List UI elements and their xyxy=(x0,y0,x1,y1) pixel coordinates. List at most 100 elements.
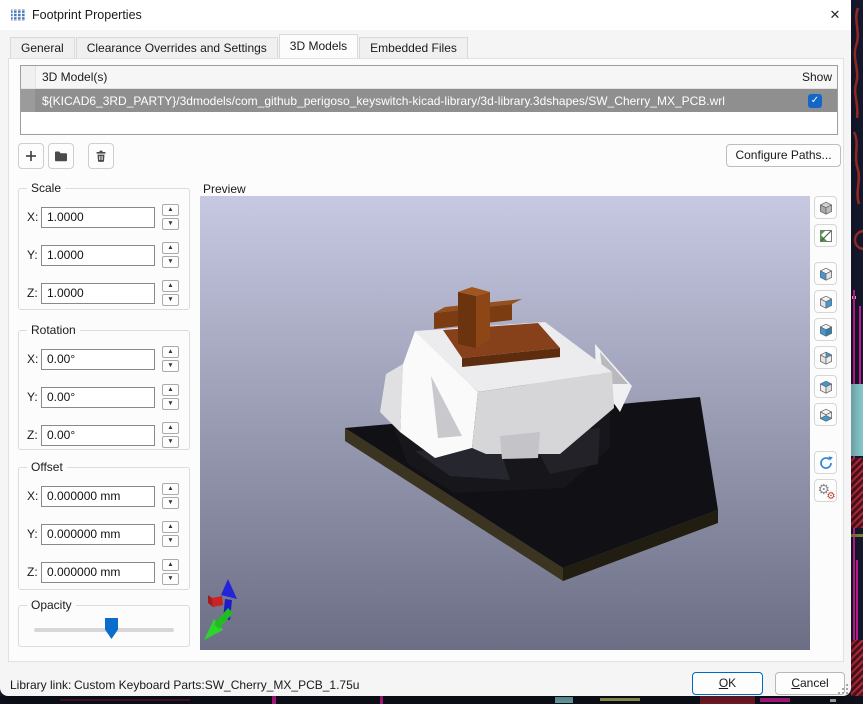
window-title: Footprint Properties xyxy=(32,8,142,22)
scale-y-label: Y: xyxy=(27,248,41,262)
pcb-canvas-bottom-strip xyxy=(0,696,863,704)
add-model-button[interactable] xyxy=(18,143,44,169)
refresh-icon xyxy=(818,455,834,471)
view-back-cube-icon xyxy=(818,350,834,366)
library-link-value: Custom Keyboard Parts:SW_Cherry_MX_PCB_1… xyxy=(74,678,359,692)
library-link-label: Library link: xyxy=(10,678,71,692)
footprint-properties-dialog: Footprint Properties ✕ General Clearance… xyxy=(0,0,851,696)
offset-z-spin-up[interactable]: ▲ xyxy=(162,559,179,571)
model-path-cell[interactable]: ${KICAD6_3RD_PARTY}/3dmodels/com_github_… xyxy=(36,94,793,108)
offset-group: Offset X: ▲▼ Y: ▲▼ Z: ▲▼ xyxy=(18,467,190,590)
scale-z-label: Z: xyxy=(27,286,41,300)
orthographic-view-button[interactable] xyxy=(814,196,837,219)
plus-icon xyxy=(23,148,39,164)
view-front-cube-icon xyxy=(818,322,834,338)
rotation-group: Rotation X: ▲▼ Y: ▲▼ Z: ▲▼ xyxy=(18,330,190,450)
ok-button[interactable]: OK xyxy=(692,672,763,695)
cancel-button[interactable]: Cancel xyxy=(775,672,845,695)
rotation-x-input[interactable] xyxy=(41,349,155,370)
offset-x-spin-down[interactable]: ▼ xyxy=(162,497,179,509)
offset-y-spin-down[interactable]: ▼ xyxy=(162,535,179,547)
rotation-x-label: X: xyxy=(27,352,41,366)
model-table-row[interactable]: ${KICAD6_3RD_PARTY}/3dmodels/com_github_… xyxy=(21,89,837,112)
scale-y-input[interactable] xyxy=(41,245,155,266)
preview-label: Preview xyxy=(203,182,246,196)
scale-group: Scale X: ▲▼ Y: ▲▼ Z: ▲▼ xyxy=(18,188,190,310)
column-header-show: Show xyxy=(793,70,837,84)
rotation-y-spin-down[interactable]: ▼ xyxy=(162,398,179,410)
offset-z-spin-down[interactable]: ▼ xyxy=(162,573,179,585)
offset-y-spin-up[interactable]: ▲ xyxy=(162,521,179,533)
rotation-x-spin-down[interactable]: ▼ xyxy=(162,360,179,372)
offset-y-label: Y: xyxy=(27,527,41,541)
scale-y-spin-down[interactable]: ▼ xyxy=(162,256,179,268)
titlebar[interactable]: Footprint Properties ✕ xyxy=(0,0,851,30)
opacity-group: Opacity xyxy=(18,605,190,647)
offset-z-input[interactable] xyxy=(41,562,155,583)
view-left-button[interactable] xyxy=(814,262,837,285)
view-bottom-button[interactable] xyxy=(814,403,837,426)
rotation-y-label: Y: xyxy=(27,390,41,404)
configure-paths-button[interactable]: Configure Paths... xyxy=(726,144,841,167)
resize-grip[interactable] xyxy=(836,682,849,695)
view-left-cube-icon xyxy=(818,266,834,282)
footprint-icon xyxy=(10,7,26,23)
view-top-button[interactable] xyxy=(814,375,837,398)
scale-z-spin-down[interactable]: ▼ xyxy=(162,294,179,306)
preview-settings-button[interactable]: ⚙ ⚙ xyxy=(814,479,837,502)
scale-z-input[interactable] xyxy=(41,283,155,304)
rotation-x-spin-up[interactable]: ▲ xyxy=(162,346,179,358)
material-mode-icon xyxy=(818,228,834,244)
delete-model-button[interactable] xyxy=(88,143,114,169)
offset-z-label: Z: xyxy=(27,565,41,579)
material-render-mode-button[interactable] xyxy=(814,224,837,247)
scale-x-input[interactable] xyxy=(41,207,155,228)
tab-3d-models[interactable]: 3D Models xyxy=(279,34,358,58)
view-top-cube-icon xyxy=(818,379,834,395)
offset-x-spin-up[interactable]: ▲ xyxy=(162,483,179,495)
show-checkbox[interactable]: ✓ xyxy=(808,94,822,108)
rotation-z-spin-up[interactable]: ▲ xyxy=(162,422,179,434)
opacity-group-title: Opacity xyxy=(27,598,76,612)
tab-embedded-files[interactable]: Embedded Files xyxy=(359,37,468,58)
row-selector-corner xyxy=(21,66,36,88)
tab-clearance-overrides[interactable]: Clearance Overrides and Settings xyxy=(76,37,278,58)
show-cell: ✓ xyxy=(793,94,837,108)
gears-icon: ⚙ ⚙ xyxy=(818,483,834,499)
model-table: 3D Model(s) Show ${KICAD6_3RD_PARTY}/3dm… xyxy=(20,65,838,135)
rotation-z-spin-down[interactable]: ▼ xyxy=(162,436,179,448)
scale-x-spin-up[interactable]: ▲ xyxy=(162,204,179,216)
rotation-z-input[interactable] xyxy=(41,425,155,446)
trash-icon xyxy=(93,148,109,164)
model-table-header: 3D Model(s) Show xyxy=(21,66,837,89)
opacity-slider-track[interactable] xyxy=(34,628,174,632)
orthographic-cube-icon xyxy=(818,200,834,216)
scale-y-spin-up[interactable]: ▲ xyxy=(162,242,179,254)
preview-3d-scene: SW22 xyxy=(200,196,810,650)
column-header-model: 3D Model(s) xyxy=(36,70,793,84)
scale-x-label: X: xyxy=(27,210,41,224)
browse-model-button[interactable] xyxy=(48,143,74,169)
rotation-y-input[interactable] xyxy=(41,387,155,408)
tab-general[interactable]: General xyxy=(10,37,75,58)
offset-group-title: Offset xyxy=(27,460,67,474)
rotation-y-spin-up[interactable]: ▲ xyxy=(162,384,179,396)
offset-x-input[interactable] xyxy=(41,486,155,507)
scale-z-spin-up[interactable]: ▲ xyxy=(162,280,179,292)
close-button[interactable]: ✕ xyxy=(822,3,848,27)
row-selector[interactable] xyxy=(21,89,36,112)
preview-3d-viewport[interactable]: SW22 xyxy=(200,196,810,650)
switch-3d-model xyxy=(380,287,632,493)
tab-bar: General Clearance Overrides and Settings… xyxy=(10,37,469,59)
opacity-slider-handle[interactable] xyxy=(105,618,118,639)
view-right-cube-icon xyxy=(818,294,834,310)
view-right-button[interactable] xyxy=(814,290,837,313)
offset-y-input[interactable] xyxy=(41,524,155,545)
scale-group-title: Scale xyxy=(27,181,65,195)
view-back-button[interactable] xyxy=(814,346,837,369)
view-front-button[interactable] xyxy=(814,318,837,341)
reload-model-button[interactable] xyxy=(814,451,837,474)
offset-x-label: X: xyxy=(27,489,41,503)
folder-icon xyxy=(53,148,69,164)
scale-x-spin-down[interactable]: ▼ xyxy=(162,218,179,230)
